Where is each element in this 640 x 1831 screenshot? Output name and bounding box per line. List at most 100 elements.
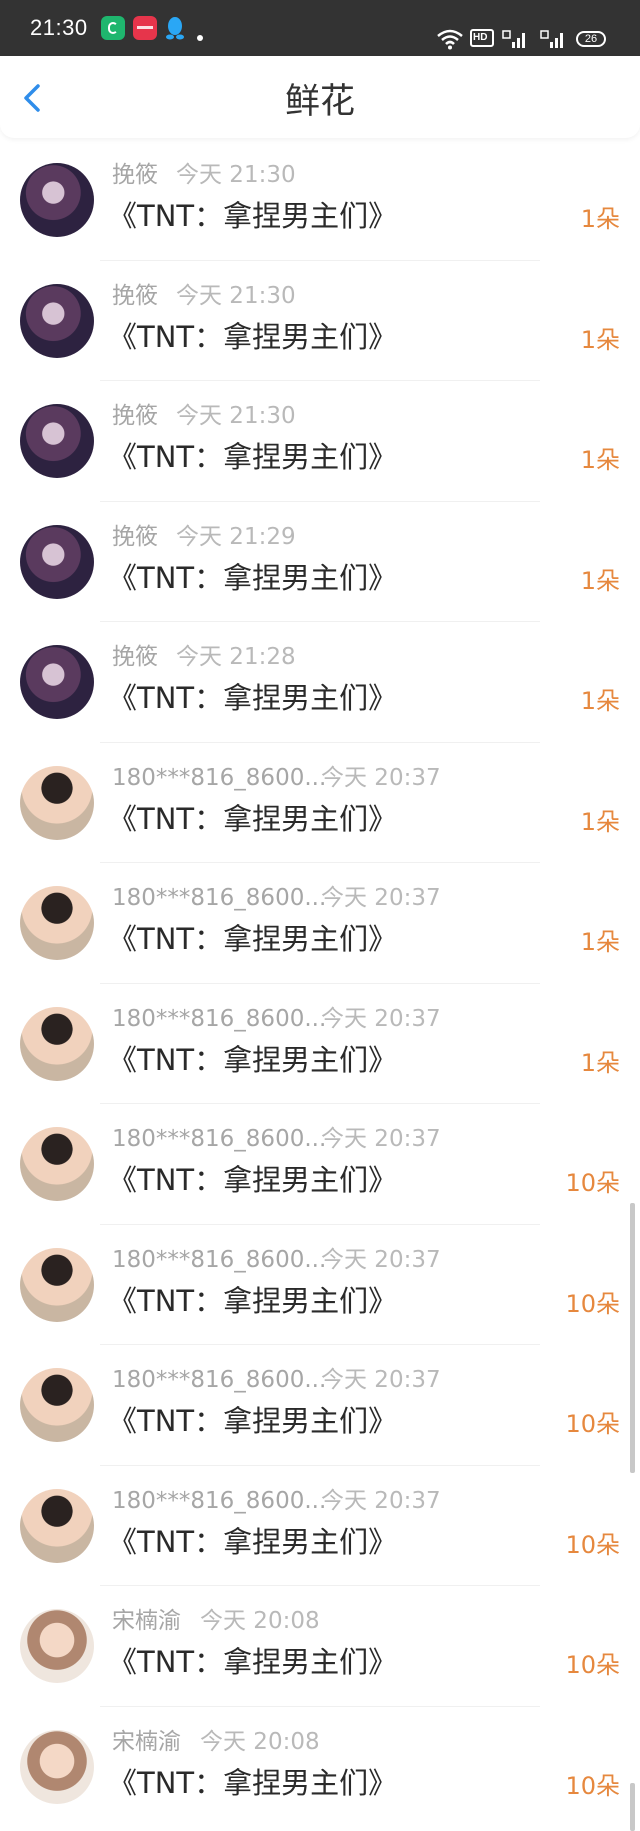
- scrollbar[interactable]: [630, 1783, 635, 1831]
- flower-count: 1朵: [580, 928, 620, 956]
- item-time: 今天 20:37: [321, 1367, 441, 1393]
- book-title: 《TNT：拿捏男主们》: [108, 922, 398, 956]
- flower-count: 1朵: [580, 687, 620, 715]
- avatar[interactable]: [20, 1729, 94, 1804]
- flower-count: 10朵: [565, 1771, 620, 1800]
- book-title: 《TNT：拿捏男主们》: [108, 1645, 398, 1679]
- list-item[interactable]: 180***816_8600... 今天 20:37 《TNT：拿捏男主们》 1…: [0, 743, 640, 863]
- item-time: 今天 20:08: [200, 1728, 320, 1755]
- book-title: 《TNT：拿捏男主们》: [108, 681, 398, 715]
- item-time: 今天 20:37: [321, 764, 441, 791]
- item-time: 今天 20:37: [321, 1487, 441, 1514]
- list-item[interactable]: 挽筱 今天 21:30 《TNT：拿捏男主们》 1朵: [0, 381, 640, 502]
- avatar[interactable]: [20, 886, 94, 960]
- status-bar: 21:30 26: [0, 0, 640, 56]
- book-title: 《TNT：拿捏男主们》: [108, 319, 398, 354]
- header: 鲜花: [0, 56, 640, 138]
- book-title: 《TNT：拿捏男主们》: [108, 1765, 398, 1800]
- avatar[interactable]: [20, 1247, 94, 1322]
- list-item[interactable]: 180***816_8600... 今天 20:37 《TNT：拿捏男主们》 1…: [0, 1466, 640, 1586]
- list-item[interactable]: 180***816_8600... 今天 20:37 《TNT：拿捏男主们》 1…: [0, 1345, 640, 1466]
- list-item[interactable]: 180***816_8600... 今天 20:37 《TNT：拿捏男主们》 1…: [0, 863, 640, 984]
- battery-icon: 26: [576, 31, 606, 47]
- list-item[interactable]: 挽筱 今天 21:30 《TNT：拿捏男主们》 1朵: [0, 140, 640, 261]
- flower-count: 1朵: [580, 446, 620, 474]
- flower-count: 1朵: [580, 325, 620, 354]
- list-item[interactable]: 挽筱 今天 21:30 《TNT：拿捏男主们》 1朵: [0, 261, 640, 381]
- avatar[interactable]: [20, 524, 94, 599]
- book-title: 《TNT：拿捏男主们》: [108, 440, 398, 474]
- flower-count: 10朵: [565, 1289, 620, 1318]
- app-notification-icon: [101, 16, 125, 40]
- book-title: 《TNT：拿捏男主们》: [108, 1042, 398, 1077]
- avatar[interactable]: [20, 1488, 94, 1563]
- item-time: 今天 21:29: [176, 523, 296, 550]
- list-item[interactable]: 宋楠渝 今天 20:08 《TNT：拿捏男主们》 10朵: [0, 1586, 640, 1707]
- flower-count: 1朵: [580, 807, 620, 836]
- item-time: 今天 20:37: [321, 1246, 441, 1273]
- book-title: 《TNT：拿捏男主们》: [108, 199, 398, 233]
- user-name: 挽筱: [112, 644, 158, 670]
- avatar[interactable]: [20, 1006, 94, 1081]
- item-time: 今天 20:37: [321, 1126, 441, 1152]
- flower-count: 1朵: [580, 566, 620, 595]
- item-time: 今天 20:08: [200, 1608, 320, 1634]
- list-item[interactable]: 挽筱 今天 21:29 《TNT：拿捏男主们》 1朵: [0, 502, 640, 622]
- user-name: 180***816_8600...: [112, 1005, 327, 1032]
- avatar[interactable]: [20, 1609, 94, 1683]
- signal-4g-icon: [540, 30, 563, 48]
- avatar[interactable]: [20, 1127, 94, 1201]
- book-title: 《TNT：拿捏男主们》: [108, 1163, 398, 1197]
- user-name: 180***816_8600...: [112, 1367, 327, 1393]
- item-time: 今天 21:30: [176, 162, 296, 188]
- user-name: 宋楠渝: [112, 1608, 181, 1634]
- hd-icon: [470, 29, 494, 47]
- user-name: 180***816_8600...: [112, 885, 327, 911]
- scrollbar[interactable]: [630, 1203, 635, 1473]
- flower-count: 10朵: [565, 1530, 620, 1559]
- status-time: 21:30: [30, 15, 88, 40]
- user-name: 挽筱: [112, 282, 158, 309]
- user-name: 宋楠渝: [112, 1728, 181, 1755]
- wifi-icon: [437, 29, 463, 50]
- user-name: 挽筱: [112, 162, 158, 188]
- user-name: 180***816_8600...: [112, 1126, 327, 1152]
- list-item[interactable]: 180***816_8600... 今天 20:37 《TNT：拿捏男主们》 1…: [0, 1104, 640, 1225]
- item-time: 今天 20:37: [321, 1005, 441, 1032]
- app-notification-icon: [133, 16, 157, 40]
- item-time: 今天 21:30: [176, 403, 296, 429]
- avatar[interactable]: [20, 404, 94, 478]
- flower-count: 1朵: [580, 1048, 620, 1077]
- book-title: 《TNT：拿捏男主们》: [108, 1404, 398, 1438]
- qq-icon: [166, 17, 184, 40]
- page-title: 鲜花: [284, 82, 355, 122]
- list-item[interactable]: 180***816_8600... 今天 20:37 《TNT：拿捏男主们》 1…: [0, 1225, 640, 1345]
- book-title: 《TNT：拿捏男主们》: [108, 1524, 398, 1559]
- flower-list: 挽筱 今天 21:30 《TNT：拿捏男主们》 1朵 挽筱 今天 21:30 《…: [0, 140, 640, 1827]
- book-title: 《TNT：拿捏男主们》: [108, 560, 398, 595]
- flower-count: 1朵: [580, 205, 620, 233]
- user-name: 180***816_8600...: [112, 764, 327, 791]
- item-time: 今天 21:30: [176, 282, 296, 309]
- user-name: 180***816_8600...: [112, 1487, 327, 1514]
- notification-dot-icon: [197, 35, 203, 41]
- flower-count: 10朵: [565, 1169, 620, 1197]
- signal-4g-icon: [502, 30, 525, 48]
- list-item[interactable]: 180***816_8600... 今天 20:37 《TNT：拿捏男主们》 1…: [0, 984, 640, 1104]
- user-name: 180***816_8600...: [112, 1246, 327, 1273]
- user-name: 挽筱: [112, 403, 158, 429]
- user-name: 挽筱: [112, 523, 158, 550]
- list-item[interactable]: 挽筱 今天 21:28 《TNT：拿捏男主们》 1朵: [0, 622, 640, 743]
- list-item[interactable]: 宋楠渝 今天 20:08 《TNT：拿捏男主们》 10朵: [0, 1707, 640, 1828]
- avatar[interactable]: [20, 645, 94, 719]
- avatar[interactable]: [20, 1368, 94, 1442]
- flower-count: 10朵: [565, 1651, 620, 1679]
- book-title: 《TNT：拿捏男主们》: [108, 1283, 398, 1318]
- avatar[interactable]: [20, 163, 94, 237]
- item-time: 今天 20:37: [321, 885, 441, 911]
- avatar[interactable]: [20, 283, 94, 358]
- flower-count: 10朵: [565, 1410, 620, 1438]
- item-time: 今天 21:28: [176, 644, 296, 670]
- book-title: 《TNT：拿捏男主们》: [108, 801, 398, 836]
- avatar[interactable]: [20, 765, 94, 840]
